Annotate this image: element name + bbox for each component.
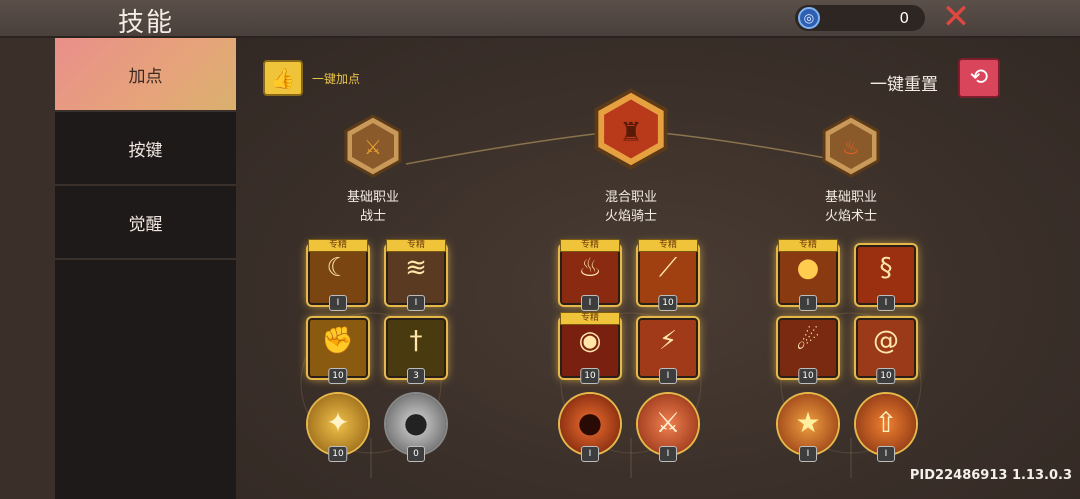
fire-swirl-icon: @ [873, 326, 899, 356]
skill-slot[interactable]: ● I [560, 394, 620, 462]
skill-slot[interactable]: ✦ 10 [308, 394, 368, 462]
skill-slot[interactable]: ⚔ I [638, 394, 698, 462]
spec-tag: 专精 [308, 239, 368, 252]
class-type: 基础职业 [346, 190, 399, 205]
meteor-icon: ☄ [796, 326, 820, 356]
sidebar: 加点 按键 觉醒 [55, 38, 236, 499]
skill-level: I [581, 446, 599, 462]
spec-tag: 专精 [778, 239, 838, 252]
skill-level: 0 [407, 446, 425, 462]
skill-slot[interactable]: 专精 ≋ I [386, 239, 446, 311]
fire-circle-icon: ◉ [578, 326, 602, 356]
skill-slot[interactable]: † 3 [386, 318, 446, 384]
skill-level: I [659, 446, 677, 462]
skill-slot[interactable]: ★ I [778, 394, 838, 462]
skill-slot[interactable]: 专精 ♨ I [560, 239, 620, 311]
sidebar-item-awaken[interactable]: 觉醒 [55, 186, 236, 260]
skill-level: 10 [328, 368, 348, 384]
class-name: 火焰术士 [824, 209, 877, 224]
sidebar-item-keys[interactable]: 按键 [55, 112, 236, 186]
fire-face-icon: ● [577, 406, 603, 439]
skill-slot[interactable]: ⇧ I [856, 394, 916, 462]
skill-slot[interactable]: ☄ 10 [778, 318, 838, 384]
class-type: 混合职业 [604, 190, 657, 205]
skill-slot[interactable]: ✊ 10 [308, 318, 368, 384]
skill-tree-panel: 👍 一键加点 一键重置 ⟲ ⚔ 基础职业 战士 专精 ☾ I 专精 ≋ I ✊ … [236, 38, 1080, 499]
skill-slot[interactable]: ⚡ I [638, 318, 698, 384]
sidebar-item-label: 加点 [128, 66, 163, 87]
sidebar-item-label: 觉醒 [128, 214, 163, 235]
skill-level: I [799, 446, 817, 462]
skill-level: 3 [407, 368, 425, 384]
skill-slot[interactable]: 专精 ◉ 10 [560, 312, 620, 384]
skill-level: 10 [580, 368, 600, 384]
skill-level: I [659, 368, 677, 384]
class-emblem-fire-knight[interactable]: ♜ [590, 88, 672, 170]
class-column-fire-knight: ♜ 混合职业 火焰骑士 专精 ♨ I 专精 ⟋ 10 专精 ◉ 10 ⚡ I ●… [546, 38, 716, 499]
spec-tag: 专精 [560, 312, 620, 325]
hood-icon: ● [403, 406, 429, 439]
class-emblem-fire-mage[interactable]: ♨ [819, 114, 883, 178]
close-button[interactable]: ✕ [940, 0, 972, 34]
class-name: 火焰骑士 [604, 209, 657, 224]
skill-slot[interactable]: 专精 ☾ I [308, 239, 368, 311]
page-title: 技能 [118, 8, 175, 38]
fire-orb-icon: ● [796, 253, 820, 283]
fire-arrow-icon: ⇧ [874, 406, 898, 439]
skill-level: I [799, 295, 817, 311]
fire-beam-icon: ⟋ [658, 253, 678, 283]
svg-text:♜: ♜ [620, 118, 643, 148]
skill-level: 10 [798, 368, 818, 384]
spec-tag: 专精 [638, 239, 698, 252]
class-type: 基础职业 [824, 190, 877, 205]
fire-slash-icon: ⚡ [658, 326, 678, 356]
skill-level: I [581, 295, 599, 311]
fire-serpent-icon: § [879, 253, 893, 283]
skill-slot[interactable]: 专精 ⟋ 10 [638, 239, 698, 311]
sword-ground-icon: † [409, 326, 423, 356]
skill-slot[interactable]: § I [856, 245, 916, 311]
skill-slot[interactable]: 专精 ● I [778, 239, 838, 311]
top-bar: 技能 ◎ 0 ✕ [0, 0, 1080, 38]
skill-slot[interactable]: @ 10 [856, 318, 916, 384]
fire-dragon-icon: ♨ [578, 253, 602, 283]
reset-button[interactable]: ⟲ [958, 58, 1000, 98]
refresh-icon: ⟲ [969, 65, 989, 90]
fire-sword-icon: ⚔ [655, 406, 681, 439]
skill-level: I [329, 295, 347, 311]
gem-icon: ◎ [798, 7, 820, 29]
sidebar-item-label: 按键 [128, 140, 163, 161]
svg-text:♨: ♨ [842, 135, 860, 159]
spec-tag: 专精 [386, 239, 446, 252]
skill-level: 10 [658, 295, 678, 311]
currency-display: ◎ 0 [795, 5, 925, 31]
claw-icon: ≋ [405, 253, 427, 283]
skill-level: 10 [328, 446, 348, 462]
skill-slot[interactable]: ● 0 [386, 394, 446, 462]
skill-level: I [877, 295, 895, 311]
sidebar-item-add-points[interactable]: 加点 [55, 38, 236, 112]
slash-icon: ☾ [326, 253, 350, 283]
class-emblem-warrior[interactable]: ⚔ [341, 114, 405, 178]
skill-level: 10 [876, 368, 896, 384]
class-column-warrior: ⚔ 基础职业 战士 专精 ☾ I 专精 ≋ I ✊ 10 † 3 ✦ 10 ● [288, 38, 458, 499]
class-name: 战士 [359, 209, 386, 224]
currency-value: 0 [899, 9, 909, 27]
skill-level: I [877, 446, 895, 462]
fist-icon: ✊ [321, 326, 355, 356]
sword-burst-icon: ✦ [326, 406, 350, 439]
version-text: PID22486913 1.13.0.3 [909, 468, 1072, 483]
star-burst-icon: ★ [795, 406, 821, 439]
spec-tag: 专精 [560, 239, 620, 252]
skill-level: I [407, 295, 425, 311]
svg-text:⚔: ⚔ [364, 135, 382, 159]
class-column-fire-mage: ♨ 基础职业 火焰术士 专精 ● I § I ☄ 10 @ 10 ★ I ⇧ I [766, 38, 936, 499]
